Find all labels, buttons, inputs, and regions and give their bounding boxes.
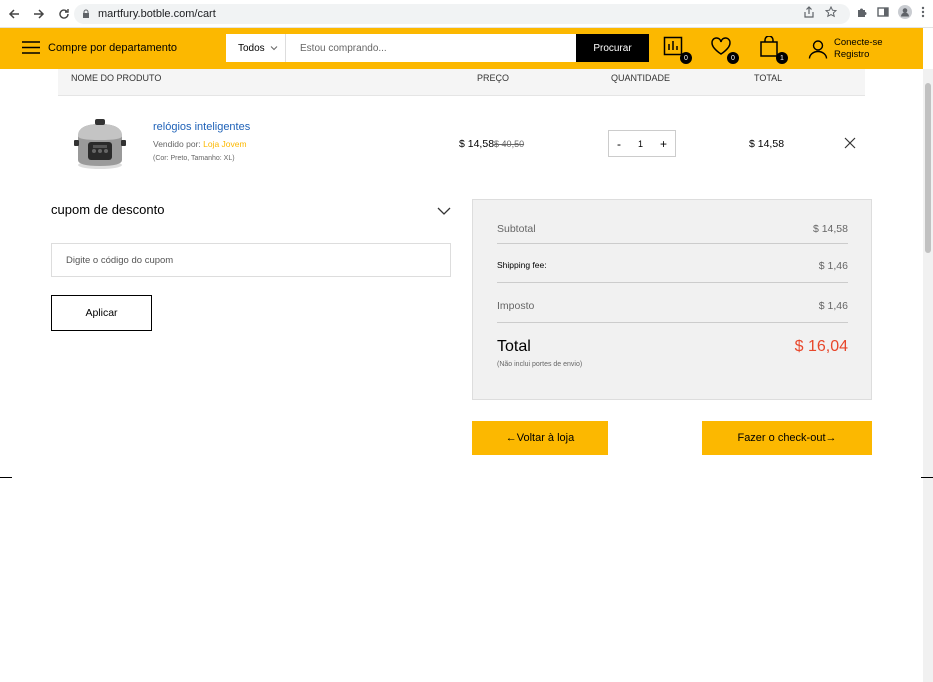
hamburger-icon [22, 41, 40, 54]
forward-arrow-icon[interactable] [28, 3, 50, 25]
shipping-value: $ 1,46 [818, 260, 848, 272]
bookmark-star-icon[interactable] [825, 6, 837, 18]
coupon-code-input[interactable] [51, 243, 451, 277]
compare-chart-icon [663, 36, 683, 56]
remove-item-button[interactable] [844, 136, 858, 150]
tax-label: Imposto [497, 300, 535, 312]
lock-icon [83, 9, 89, 18]
total-row: Total $ 16,04 [497, 338, 848, 356]
cart-table-header: NOME DO PRODUTO PREÇO QUANTIDADE TOTAL [58, 69, 865, 96]
product-options: (Cor: Preto, Tamanho: XL) [153, 155, 235, 162]
search-input[interactable] [286, 34, 576, 62]
old-price: $ 40,50 [494, 139, 525, 149]
qty-decrease-button[interactable]: - [617, 137, 621, 151]
chevron-down-icon [270, 46, 278, 51]
checkout-button[interactable]: Fazer o check-out→ [702, 421, 872, 455]
product-thumbnail[interactable] [72, 116, 128, 172]
close-icon [844, 137, 856, 149]
browser-menu-icon[interactable] [921, 6, 925, 18]
vendor-prefix: Vendido por: [153, 139, 201, 149]
back-to-shop-button[interactable]: ←Voltar à loja [472, 421, 608, 455]
shipping-label: Shipping fee: [497, 260, 547, 270]
page-scrollbar[interactable] [923, 69, 933, 682]
search-category-select[interactable]: Todos [226, 34, 286, 62]
search-bar: Todos Procurar [226, 34, 649, 62]
account-menu[interactable]: Conecte-se Registro [808, 37, 883, 61]
total-label: Total [497, 338, 531, 355]
total-note: (Não inclui portes de envio) [497, 361, 583, 368]
coupon-title[interactable]: cupom de desconto [51, 202, 164, 217]
register-link[interactable]: Registro [834, 49, 883, 61]
edge-marker [0, 477, 12, 478]
header-quantity: QUANTIDADE [611, 73, 671, 83]
search-button[interactable]: Procurar [576, 34, 649, 62]
site-header: Compre por departamento Todos Procurar 0… [0, 28, 923, 69]
sidebar-panel-icon[interactable] [877, 6, 889, 18]
quantity-stepper: - 1 + [608, 130, 676, 157]
back-to-shop-label: Voltar à loja [516, 432, 575, 444]
address-bar[interactable]: martfury.botble.com/cart [74, 4, 850, 24]
profile-avatar-icon[interactable] [898, 5, 912, 19]
summary-divider [497, 322, 848, 323]
user-icon [808, 40, 828, 59]
url-text: martfury.botble.com/cart [98, 8, 216, 20]
reload-icon[interactable] [53, 3, 75, 25]
apply-coupon-button[interactable]: Aplicar [51, 295, 152, 331]
rice-cooker-image [74, 119, 126, 169]
row-total: $ 14,58 [749, 138, 785, 150]
subtotal-value: $ 14,58 [812, 223, 848, 235]
qty-increase-button[interactable]: + [660, 137, 667, 151]
summary-divider [497, 243, 848, 244]
header-price: PREÇO [477, 73, 510, 83]
subtotal-label: Subtotal [497, 223, 536, 235]
header-total: TOTAL [754, 73, 783, 83]
tax-value: $ 1,46 [818, 300, 848, 312]
qty-value[interactable]: 1 [638, 139, 643, 149]
total-value: $ 16,04 [794, 338, 848, 355]
vendor-link[interactable]: Loja Jovem [203, 139, 246, 149]
subtotal-row: Subtotal $ 14,58 [497, 223, 848, 235]
summary-divider [497, 282, 848, 283]
wishlist-count-badge: 0 [727, 52, 739, 64]
tax-row: Imposto $ 1,46 [497, 300, 848, 312]
coupon-toggle[interactable] [437, 203, 451, 215]
edge-marker [921, 477, 933, 478]
login-link[interactable]: Conecte-se [834, 37, 883, 49]
browser-toolbar: martfury.botble.com/cart [0, 0, 933, 28]
product-name-link[interactable]: relógios inteligentes [153, 121, 250, 133]
department-menu[interactable]: Compre por departamento [22, 41, 177, 54]
compare-count-badge: 0 [680, 52, 692, 64]
department-label: Compre por departamento [48, 41, 178, 54]
arrow-left-icon: ← [505, 432, 517, 444]
vendor-info: Vendido por: Loja Jovem [153, 139, 247, 149]
scrollbar-thumb[interactable] [925, 83, 931, 253]
current-price: $ 14,58 [459, 138, 495, 150]
arrow-right-icon: → [825, 432, 837, 444]
compare-button[interactable]: 0 [663, 36, 692, 64]
chevron-down-icon [437, 207, 451, 215]
share-icon[interactable] [803, 6, 815, 18]
cart-button[interactable]: 1 [759, 35, 788, 64]
shipping-row: Shipping fee: $ 1,46 [497, 260, 848, 272]
product-price: $ 14,58$ 40,50 [459, 138, 524, 150]
search-category-value: Todos [238, 42, 265, 54]
cart-summary: Subtotal $ 14,58 Shipping fee: $ 1,46 Im… [472, 199, 872, 400]
back-arrow-icon[interactable] [3, 3, 25, 25]
checkout-label: Fazer o check-out [737, 432, 826, 444]
header-product-name: NOME DO PRODUTO [71, 73, 162, 83]
wishlist-button[interactable]: 0 [710, 36, 739, 64]
extensions-puzzle-icon[interactable] [856, 6, 868, 18]
cart-count-badge: 1 [776, 52, 788, 64]
